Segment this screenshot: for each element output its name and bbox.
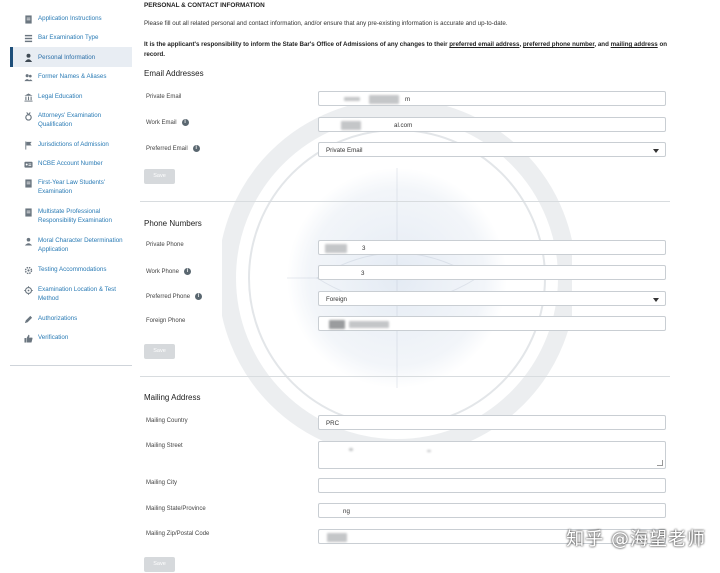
sidebar-item-label: Jurisdictions of Admission [38, 141, 109, 148]
preferred-email-select[interactable]: Private Email [318, 142, 666, 157]
sidebar-item-label: Multistate Professional Responsibility E… [38, 208, 112, 224]
foreign-phone-label: Foreign Phone [146, 318, 186, 324]
sidebar-item-label: Personal Information [38, 53, 96, 61]
page-heading: PERSONAL & CONTACT INFORMATION [144, 2, 265, 9]
email-section-title: Email Addresses [144, 69, 204, 78]
watermark-text: 知乎 @海望老师 [566, 529, 706, 550]
sidebar: Application Instructions Bar Examination… [10, 0, 132, 366]
sidebar-item-label: Examination Location & Test Method [38, 286, 116, 302]
thumbs-up-icon [24, 334, 33, 343]
sidebar-item-mpre[interactable]: Multistate Professional Responsibility E… [10, 207, 132, 225]
redacted-block [341, 121, 361, 130]
redacted-block [427, 450, 431, 452]
mailing-city-field[interactable] [318, 478, 666, 493]
pen-icon [24, 315, 33, 324]
list-icon [24, 34, 33, 43]
sidebar-item-label: Authorizations [38, 315, 78, 322]
sidebar-item-label: NCBE Account Number [38, 160, 103, 167]
sidebar-item-exam-location[interactable]: Examination Location & Test Method [10, 285, 132, 303]
mailing-state-field[interactable]: ng [318, 503, 666, 518]
work-phone-field[interactable]: 3 [318, 265, 666, 280]
sidebar-item-authorizations[interactable]: Authorizations [10, 314, 132, 324]
divider [140, 201, 670, 202]
sidebar-item-moral-character[interactable]: Moral Character Determination Applicatio… [10, 236, 132, 254]
sidebar-item-attorneys-examination[interactable]: Attorneys' Examination Qualification [10, 111, 132, 129]
link-preferred-phone[interactable]: preferred phone number [523, 41, 595, 48]
id-card-icon [24, 160, 33, 169]
divider [140, 376, 670, 377]
sidebar-item-label: Former Names & Aliases [38, 73, 107, 80]
sidebar-item-ncbe-account[interactable]: NCBE Account Number [10, 159, 132, 169]
save-mailing-button[interactable]: Save [144, 557, 175, 572]
sidebar-item-label: Verification [38, 334, 69, 341]
sidebar-item-jurisdictions[interactable]: Jurisdictions of Admission [10, 140, 132, 150]
info-icon[interactable]: i [183, 268, 191, 275]
mailing-street-field[interactable] [318, 441, 666, 469]
redacted-block [369, 95, 399, 104]
private-email-field[interactable]: m [318, 91, 666, 106]
sidebar-item-label: Application Instructions [38, 15, 102, 22]
redacted-block [327, 533, 347, 542]
sidebar-item-label: Moral Character Determination Applicatio… [38, 237, 123, 253]
document-icon [24, 179, 33, 188]
redacted-block [349, 321, 389, 328]
redacted-block [325, 244, 347, 253]
redacted-block [344, 97, 360, 101]
save-email-button[interactable]: Save [144, 169, 175, 184]
sidebar-item-bar-examination-type[interactable]: Bar Examination Type [10, 33, 132, 43]
sidebar-item-first-year-law[interactable]: First-Year Law Students' Examination [10, 178, 132, 196]
link-preferred-email[interactable]: preferred email address [449, 41, 519, 48]
notice-text: It is the applicant's responsibility to … [144, 41, 667, 58]
phone-section-title: Phone Numbers [144, 219, 202, 228]
private-phone-field[interactable]: 3 [318, 240, 666, 255]
preferred-phone-label: Preferred Phone i [146, 293, 203, 300]
document-icon [24, 15, 33, 24]
sidebar-item-label: Attorneys' Examination Qualification [38, 112, 102, 128]
foreign-phone-field[interactable] [318, 316, 666, 331]
redacted-block [349, 448, 353, 451]
info-icon[interactable]: i [195, 293, 203, 300]
work-email-field[interactable]: al.com [318, 117, 666, 132]
mailing-city-label: Mailing City [146, 480, 178, 486]
person-badge-icon [24, 237, 33, 246]
sidebar-item-label: Testing Accommodations [38, 266, 107, 273]
mailing-country-field[interactable]: PRC [318, 415, 666, 430]
document-icon [24, 208, 33, 217]
flag-icon [24, 141, 33, 150]
redacted-block [329, 320, 345, 329]
sidebar-item-application-instructions[interactable]: Application Instructions [10, 14, 132, 24]
sidebar-item-label: Legal Education [38, 93, 83, 100]
mailing-section-title: Mailing Address [144, 393, 201, 402]
sidebar-item-personal-information[interactable]: Personal Information [10, 47, 132, 67]
people-icon [24, 73, 33, 82]
mailing-street-label: Mailing Street [146, 443, 183, 449]
sidebar-item-former-names[interactable]: Former Names & Aliases [10, 72, 132, 82]
work-email-label: Work Email i [146, 119, 189, 126]
preferred-phone-select[interactable]: Foreign [318, 291, 666, 306]
gear-icon [24, 266, 33, 275]
info-icon[interactable]: i [181, 119, 189, 126]
mailing-state-label: Mailing State/Province [146, 506, 206, 512]
sidebar-item-testing-accommodations[interactable]: Testing Accommodations [10, 265, 132, 275]
private-phone-label: Private Phone [146, 242, 184, 248]
building-icon [24, 93, 33, 102]
save-phone-button[interactable]: Save [144, 344, 175, 359]
preferred-email-label: Preferred Email i [146, 145, 200, 152]
person-icon [24, 53, 33, 62]
mailing-country-label: Mailing Country [146, 418, 188, 424]
link-mailing-address[interactable]: mailing address [611, 41, 658, 48]
sidebar-item-label: First-Year Law Students' Examination [38, 179, 105, 195]
intro-text: Please fill out all related personal and… [144, 20, 508, 27]
info-icon[interactable]: i [192, 145, 200, 152]
sidebar-item-label: Bar Examination Type [38, 34, 99, 41]
sidebar-item-verification[interactable]: Verification [10, 333, 132, 343]
medal-icon [24, 112, 33, 121]
mailing-zip-label: Mailing Zip/Postal Code [146, 531, 210, 537]
location-icon [24, 286, 33, 295]
work-phone-label: Work Phone i [146, 268, 191, 275]
private-email-label: Private Email [146, 94, 182, 100]
sidebar-item-legal-education[interactable]: Legal Education [10, 92, 132, 102]
